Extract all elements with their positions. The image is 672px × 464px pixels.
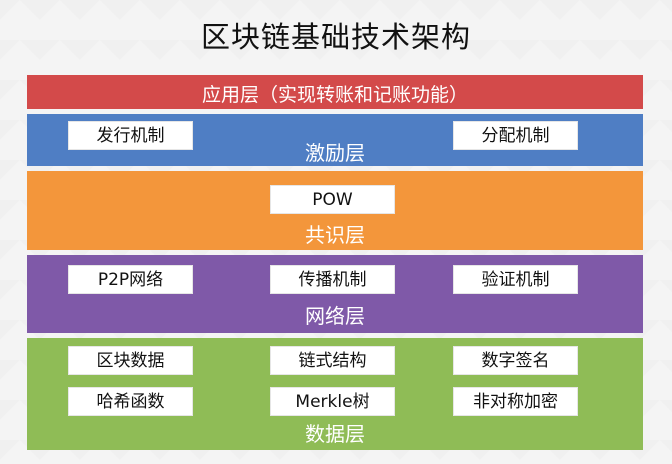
- propagation-mechanism-box: 传播机制: [270, 265, 395, 294]
- consensus-layer: POW 共识层: [27, 171, 643, 250]
- merkle-tree-box: Merkle树: [270, 387, 395, 416]
- consensus-layer-label: 共识层: [305, 223, 365, 247]
- incentive-layer: 发行机制 分配机制 激励层: [27, 114, 643, 166]
- chain-structure-box: 链式结构: [270, 346, 395, 375]
- asymmetric-encryption-box: 非对称加密: [453, 387, 578, 416]
- application-layer: 应用层（实现转账和记账功能）: [27, 75, 643, 109]
- hash-function-box: 哈希函数: [68, 387, 193, 416]
- incentive-layer-label: 激励层: [305, 141, 365, 165]
- network-layer: P2P网络 传播机制 验证机制 网络层: [27, 255, 643, 333]
- data-layer-label: 数据层: [305, 422, 365, 446]
- diagram-title: 区块链基础技术架构: [200, 20, 471, 54]
- verification-mechanism-box: 验证机制: [453, 265, 578, 294]
- p2p-network-box: P2P网络: [68, 265, 193, 294]
- pow-box: POW: [270, 185, 395, 214]
- data-layer: 区块数据 链式结构 数字签名 哈希函数 Merkle树 非对称加密 数据层: [27, 338, 643, 450]
- application-layer-label: 应用层（实现转账和记账功能）: [201, 84, 468, 106]
- block-data-box: 区块数据: [68, 346, 193, 375]
- network-layer-label: 网络层: [305, 304, 365, 328]
- digital-signature-box: 数字签名: [453, 346, 578, 375]
